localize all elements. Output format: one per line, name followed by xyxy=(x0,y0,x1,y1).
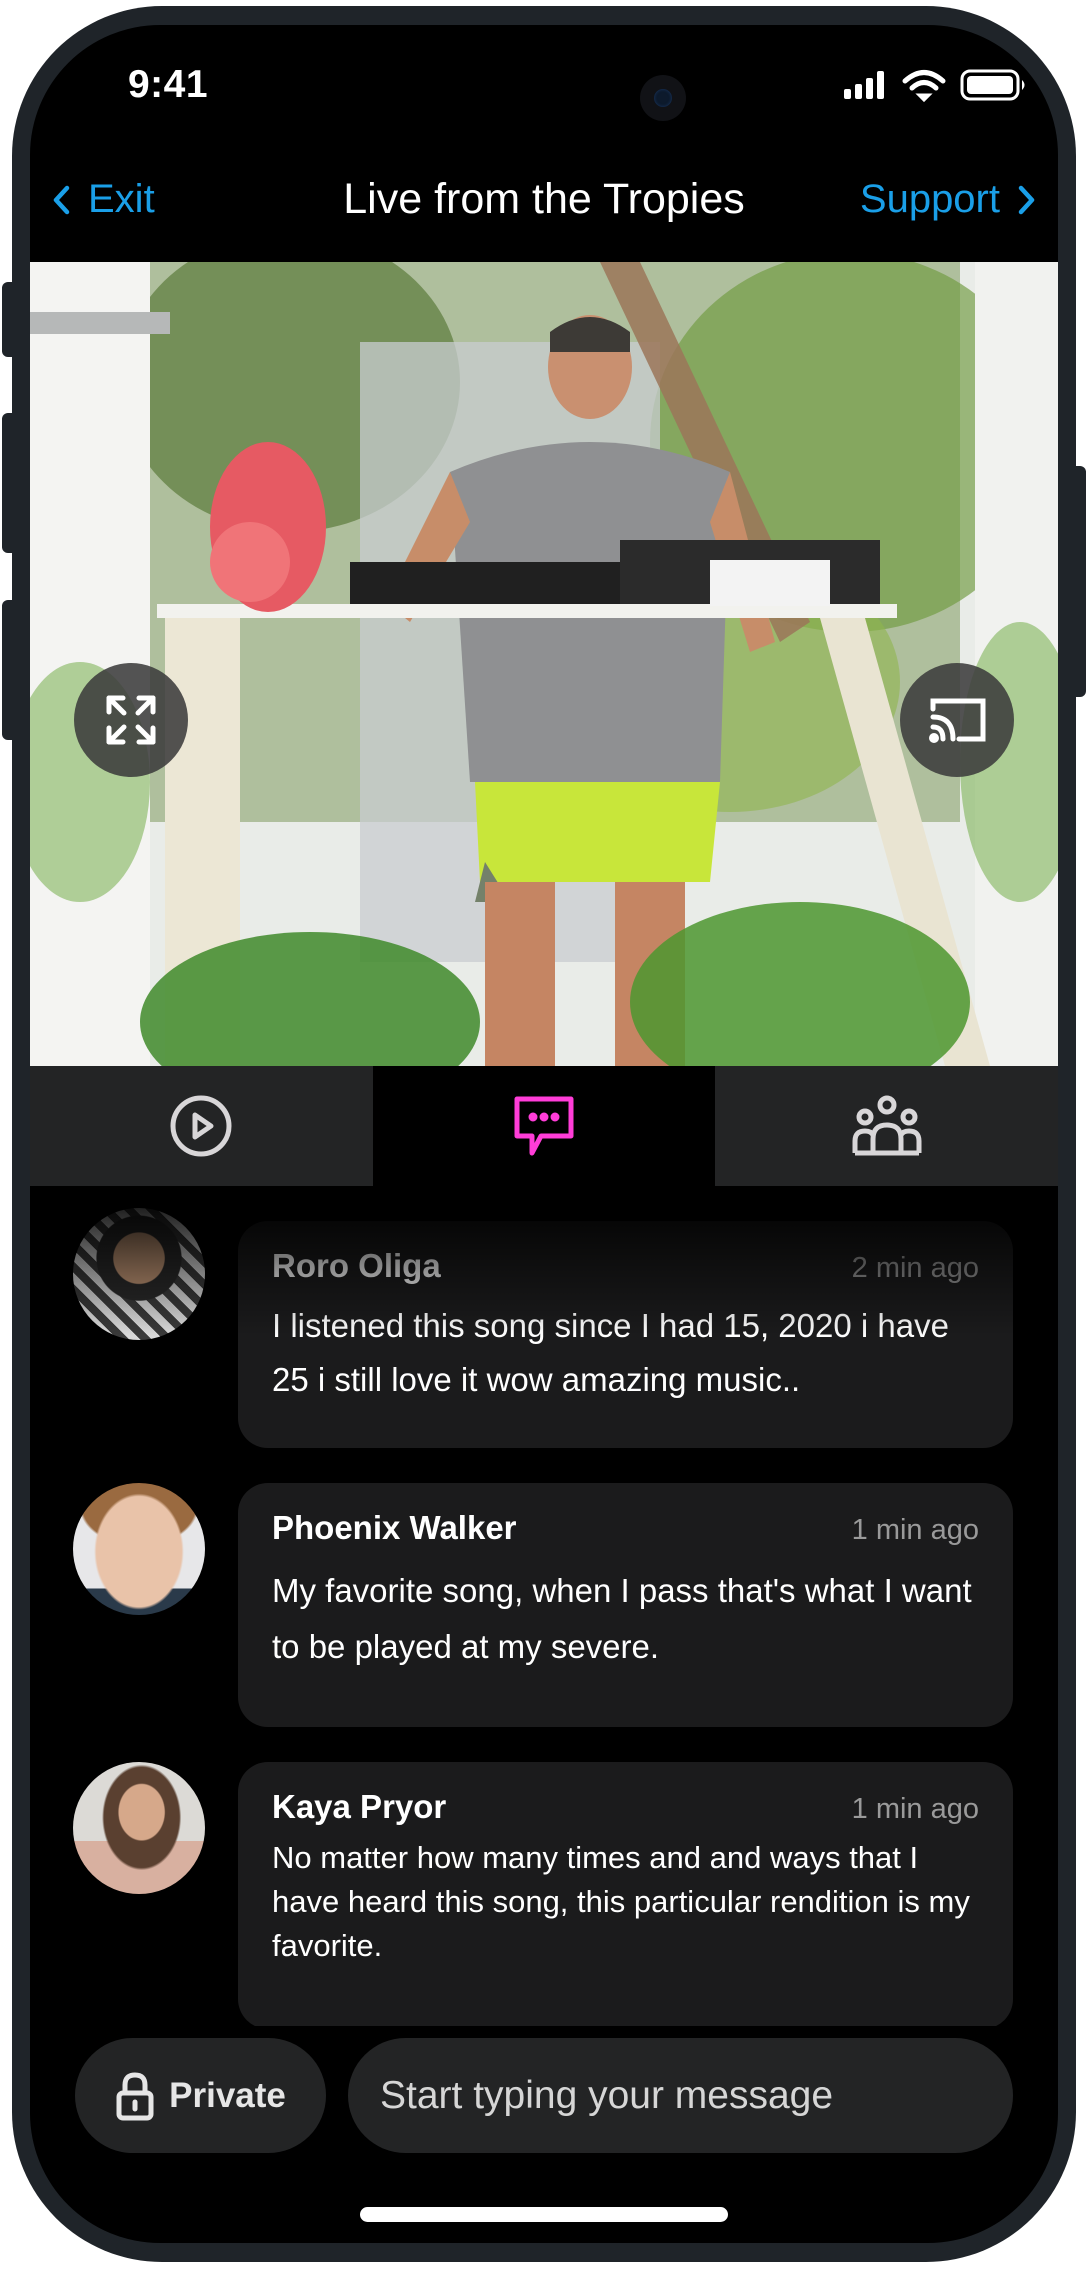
screen: 9:41 Exit Live from the Tropies Support … xyxy=(30,25,1058,2243)
support-label: Support xyxy=(859,177,1000,221)
message-time: 2 min ago xyxy=(851,1252,979,1284)
support-button[interactable]: Support xyxy=(860,177,1036,222)
chevron-right-icon xyxy=(1018,185,1035,214)
video-frame xyxy=(30,262,1058,1066)
phone-frame: 9:41 Exit Live from the Tropies Support … xyxy=(12,6,1076,2262)
status-time: 9:41 xyxy=(127,63,209,106)
front-camera xyxy=(640,75,686,121)
message-time: 1 min ago xyxy=(851,1793,979,1825)
tab-play[interactable] xyxy=(30,1066,373,1186)
cast-icon xyxy=(929,698,986,743)
play-circle-icon xyxy=(170,1095,232,1157)
sender-name: Phoenix Walker xyxy=(272,1509,517,1546)
home-indicator[interactable] xyxy=(360,2207,728,2222)
sender-name: Roro Oliga xyxy=(272,1247,441,1284)
fullscreen-button[interactable] xyxy=(74,663,188,777)
message-text: I listened this song since I had 15, 202… xyxy=(272,1307,949,1398)
nav-bar: Exit Live from the Tropies Support xyxy=(30,175,1058,235)
group-icon xyxy=(852,1095,922,1156)
avatar[interactable] xyxy=(73,1208,205,1340)
chat-bubble: Phoenix Walker 1 min ago My favorite son… xyxy=(238,1483,1013,1727)
status-icons xyxy=(832,65,1032,105)
tab-audience[interactable] xyxy=(715,1066,1058,1186)
message-text: My favorite song, when I pass that's wha… xyxy=(272,1572,972,1665)
fullscreen-icon xyxy=(106,695,156,745)
chat-list[interactable]: Roro Oliga 2 min ago I listened this son… xyxy=(30,1186,1058,2026)
signal-icon xyxy=(844,71,884,99)
private-toggle-button[interactable]: Private xyxy=(75,2038,326,2153)
sender-name: Kaya Pryor xyxy=(272,1788,447,1825)
tab-chat[interactable] xyxy=(372,1066,716,1186)
video-player[interactable] xyxy=(30,262,1058,1066)
tab-bar xyxy=(30,1066,1058,1186)
avatar[interactable] xyxy=(73,1483,205,1615)
chat-bubble: Kaya Pryor 1 min ago No matter how many … xyxy=(238,1762,1013,2026)
message-text: No matter how many times and and ways th… xyxy=(272,1840,970,1963)
lock-icon xyxy=(116,2072,154,2120)
message-input[interactable] xyxy=(348,2038,1013,2153)
wifi-icon xyxy=(902,70,946,103)
avatar[interactable] xyxy=(73,1762,205,1894)
message-time: 1 min ago xyxy=(851,1514,979,1546)
chat-bubble: Roro Oliga 2 min ago I listened this son… xyxy=(238,1221,1013,1448)
battery-icon xyxy=(960,69,1025,101)
chat-bubble-icon xyxy=(514,1096,574,1156)
private-label: Private xyxy=(169,2075,286,2115)
cast-button[interactable] xyxy=(900,663,1014,777)
